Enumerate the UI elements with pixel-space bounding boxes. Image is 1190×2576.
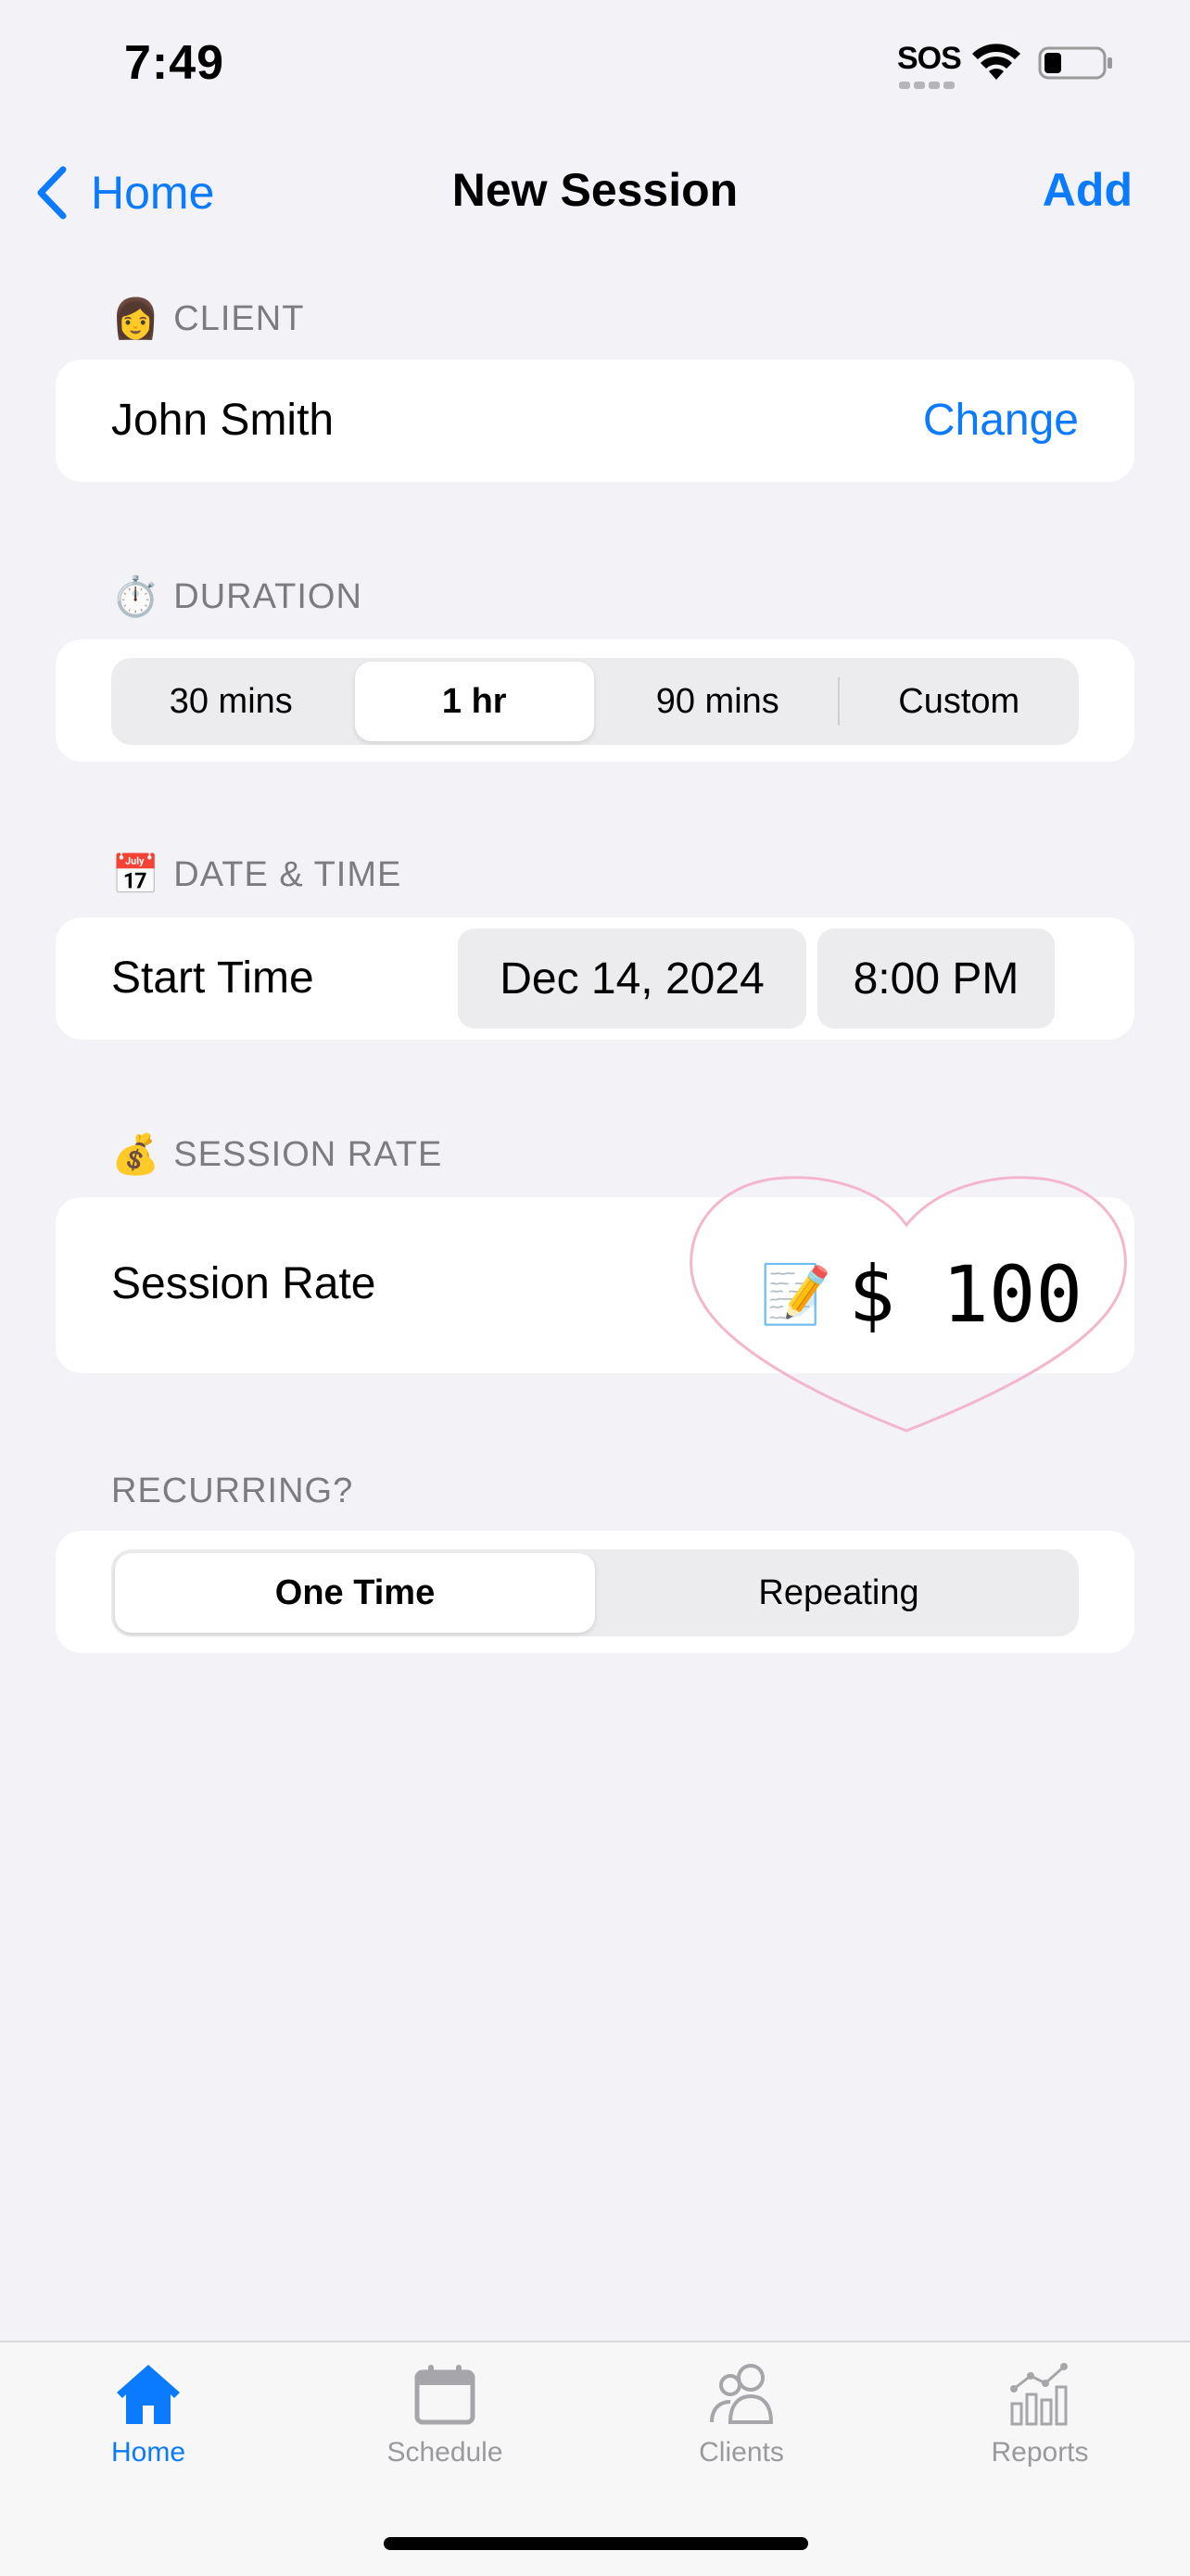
client-header-label: CLIENT: [173, 299, 305, 338]
add-button[interactable]: Add: [1043, 163, 1133, 217]
datetime-section-header: 📅 DATE & TIME: [111, 852, 401, 898]
start-time-label: Start Time: [111, 953, 314, 1003]
tab-reports[interactable]: Reports: [947, 2357, 1133, 2469]
client-card: John Smith Change: [56, 360, 1134, 482]
client-section-header: 👩 CLIENT: [111, 297, 304, 342]
money-bag-icon: 💰: [111, 1132, 161, 1176]
recurring-section-header: RECURRING?: [111, 1471, 353, 1511]
duration-section-header: ⏱️ DURATION: [111, 575, 362, 620]
datetime-header-label: DATE & TIME: [173, 855, 402, 894]
woman-icon: 👩: [111, 297, 161, 340]
duration-card: 30 mins 1 hr 90 mins Custom: [56, 639, 1134, 762]
change-client-button[interactable]: Change: [923, 395, 1079, 446]
duration-segmented-control: 30 mins 1 hr 90 mins Custom: [111, 658, 1079, 745]
recurring-option-one-time[interactable]: One Time: [115, 1553, 595, 1633]
tab-clients-label: Clients: [699, 2437, 784, 2468]
house-icon: [117, 2365, 180, 2424]
calendar-icon: 📅: [111, 852, 161, 896]
duration-option-90[interactable]: 90 mins: [598, 658, 838, 745]
tab-home-label: Home: [110, 2437, 186, 2468]
sos-indicator: SOS: [897, 41, 962, 76]
date-picker-button[interactable]: Dec 14, 2024: [458, 928, 806, 1029]
pencil-memo-icon: 📝: [760, 1262, 832, 1327]
tab-schedule-label: Schedule: [386, 2437, 503, 2468]
status-time: 7:49: [124, 36, 225, 90]
recurring-card: One Time Repeating: [56, 1531, 1134, 1653]
datetime-card: Start Time Dec 14, 2024 8:00 PM: [56, 917, 1134, 1040]
tab-reports-label: Reports: [991, 2437, 1089, 2468]
chart-icon: [1010, 2363, 1068, 2426]
page-title: New Session: [451, 164, 739, 216]
people-icon: [710, 2364, 774, 2424]
duration-option-custom[interactable]: Custom: [840, 658, 1080, 745]
calendar-icon: [414, 2365, 475, 2425]
rate-section-header: 💰 SESSION RATE: [111, 1132, 442, 1178]
rate-header-label: SESSION RATE: [173, 1135, 443, 1174]
battery-icon: [1038, 46, 1112, 80]
client-name: John Smith: [111, 396, 335, 445]
duration-header-label: DURATION: [173, 577, 362, 616]
tab-schedule[interactable]: Schedule: [352, 2357, 538, 2469]
duration-option-30[interactable]: 30 mins: [111, 658, 351, 745]
home-indicator: [384, 2537, 808, 2550]
edit-rate-button[interactable]: 📝 $ 100: [760, 1249, 1082, 1340]
recurring-option-repeating[interactable]: Repeating: [599, 1549, 1079, 1636]
time-picker-button[interactable]: 8:00 PM: [817, 928, 1055, 1029]
tab-clients[interactable]: Clients: [649, 2357, 834, 2469]
session-rate-value: $ 100: [848, 1249, 1083, 1340]
sos-dots-icon: [899, 82, 955, 89]
wifi-icon: [972, 44, 1020, 80]
session-rate-label: Session Rate: [111, 1259, 376, 1308]
duration-option-60[interactable]: 1 hr: [354, 662, 594, 741]
stopwatch-icon: ⏱️: [111, 575, 161, 618]
recurring-header-label: RECURRING?: [111, 1471, 354, 1510]
tab-home[interactable]: Home: [56, 2357, 241, 2469]
recurring-segmented-control: One Time Repeating: [111, 1549, 1079, 1636]
